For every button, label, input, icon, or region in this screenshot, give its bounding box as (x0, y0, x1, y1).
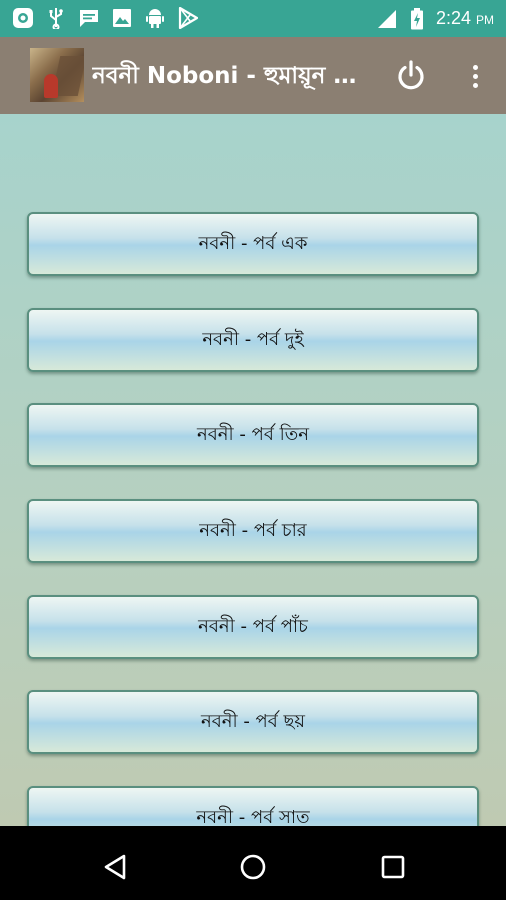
status-bar: 2:24 PM (0, 0, 506, 37)
navigation-bar (0, 834, 506, 900)
clock-ampm: PM (476, 13, 494, 27)
recents-button[interactable] (376, 850, 410, 884)
more-options-button[interactable] (463, 59, 487, 93)
message-icon (78, 7, 100, 29)
recents-icon (381, 855, 405, 879)
android-icon (144, 7, 166, 29)
play-store-icon (177, 7, 199, 29)
chapter-button-6[interactable]: নবনী - পর্ব ছয় (27, 690, 479, 754)
home-button[interactable] (236, 850, 270, 884)
back-icon (104, 854, 126, 880)
clock: 2:24 PM (436, 7, 494, 31)
chapter-button-3[interactable]: নবনী - পর্ব তিন (27, 403, 479, 467)
clock-time: 2:24 (435, 8, 471, 28)
notification-icons (12, 7, 199, 29)
power-icon (398, 60, 424, 90)
camera-notification-icon (12, 7, 34, 29)
chapter-button-1[interactable]: নবনী - পর্ব এক (27, 212, 479, 276)
app-logo (30, 48, 84, 102)
usb-icon (45, 7, 67, 29)
chapter-button-7[interactable]: নবনী - পর্ব সাত (27, 786, 479, 826)
app-bar: নবনী Noboni - হুমায়ূন আহমেদ (0, 37, 506, 114)
signal-icon (376, 8, 398, 30)
chapter-button-4[interactable]: নবনী - পর্ব চার (27, 499, 479, 563)
app-title: নবনী Noboni - হুমায়ূন আহমেদ (92, 63, 360, 89)
back-button[interactable] (98, 850, 132, 884)
power-button[interactable] (394, 59, 428, 93)
system-icons: 2:24 PM (376, 7, 494, 31)
chapter-button-2[interactable]: নবনী - পর্ব দুই (27, 308, 479, 372)
image-icon (111, 7, 133, 29)
more-vert-icon (472, 64, 478, 70)
battery-icon (406, 8, 428, 30)
home-icon (240, 854, 266, 880)
chapter-button-5[interactable]: নবনী - পর্ব পাঁচ (27, 595, 479, 659)
chapter-list[interactable]: নবনী - পর্ব এক নবনী - পর্ব দুই নবনী - পর… (0, 114, 506, 826)
